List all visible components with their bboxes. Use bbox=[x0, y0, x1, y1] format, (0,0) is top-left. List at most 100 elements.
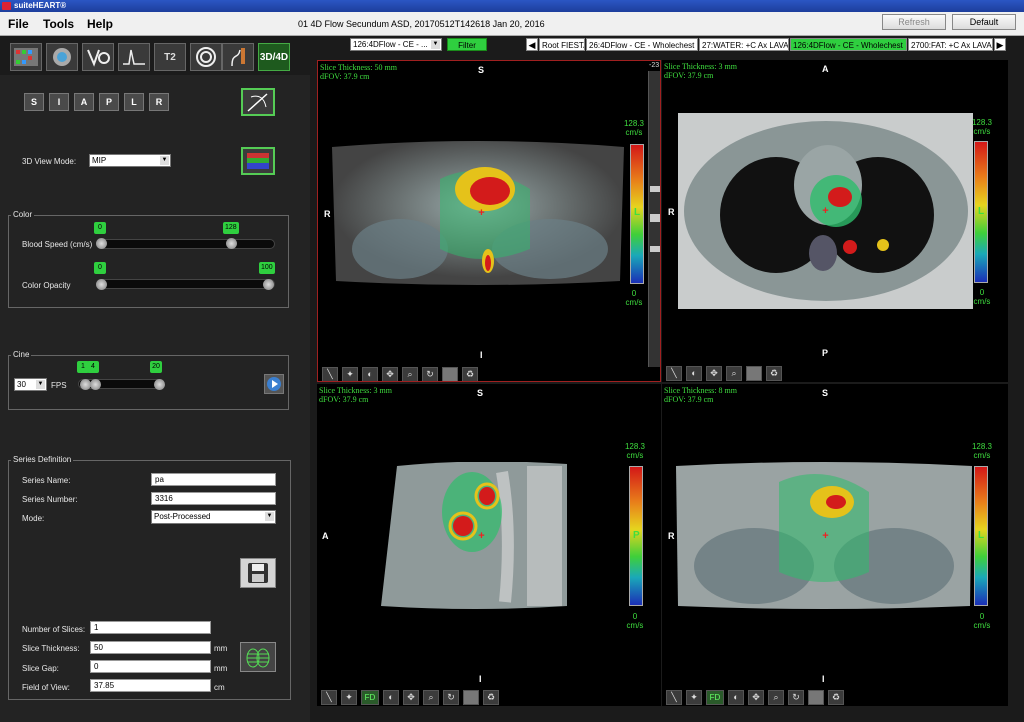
disabled-tool-icon[interactable] bbox=[463, 690, 479, 705]
series-tab-1[interactable]: 26:4DFlow - CE - Wholechest bbox=[586, 38, 698, 51]
series-name-input[interactable]: pa bbox=[151, 473, 276, 486]
rotate-icon[interactable]: ↻ bbox=[788, 690, 804, 705]
contrast-icon[interactable]: ◐ bbox=[383, 690, 399, 705]
disabled-tool-icon[interactable] bbox=[808, 690, 824, 705]
menu-file[interactable]: File bbox=[8, 17, 29, 31]
slice-thickness-text: Slice Thickness: 50 mm bbox=[320, 63, 397, 72]
pan-icon[interactable]: ✥ bbox=[706, 366, 722, 381]
series-select[interactable]: 126:4DFlow - CE - ... ▼ bbox=[350, 38, 442, 51]
disabled-tool-icon[interactable] bbox=[442, 367, 458, 381]
series-tab-4[interactable]: 2700:FAT: +C Ax LAVA bbox=[908, 38, 993, 51]
series-tab-2[interactable]: 27:WATER: +C Ax LAVA bbox=[699, 38, 789, 51]
fd-button[interactable]: FD bbox=[361, 690, 379, 705]
line-tool-icon[interactable]: ╲ bbox=[321, 690, 337, 705]
cine-end-knob[interactable] bbox=[154, 379, 165, 390]
slice-thickness-input[interactable]: 50 bbox=[90, 641, 211, 654]
blood-speed-slider[interactable] bbox=[96, 239, 275, 249]
reset-icon[interactable]: ♻ bbox=[483, 690, 499, 705]
viewport-axial[interactable]: Slice Thickness: 3 mm dFOV: 37.9 cm A P R… bbox=[662, 60, 1008, 382]
pan-icon[interactable]: ✥ bbox=[403, 690, 419, 705]
rotate-icon[interactable]: ↻ bbox=[422, 367, 438, 381]
scroll-thumb-bottom[interactable] bbox=[650, 246, 660, 252]
pressure-icon[interactable] bbox=[222, 43, 254, 71]
viewport-coronal[interactable]: Slice Thickness: 50 mm dFOV: 37.9 cm S I … bbox=[317, 60, 661, 382]
pan-icon[interactable]: ✥ bbox=[748, 690, 764, 705]
save-button[interactable] bbox=[240, 558, 276, 588]
t2-icon[interactable]: T2 bbox=[154, 43, 186, 71]
mode-select[interactable]: Post-Processed ▼ bbox=[151, 510, 276, 524]
orient-s-button[interactable]: S bbox=[24, 93, 44, 111]
line-tool-icon[interactable]: ╲ bbox=[666, 690, 682, 705]
roi-tool-icon[interactable]: ✦ bbox=[686, 690, 702, 705]
orient-p-button[interactable]: P bbox=[99, 93, 119, 111]
contrast-icon[interactable]: ◐ bbox=[362, 367, 378, 381]
opacity-min-knob[interactable] bbox=[96, 279, 107, 290]
filter-button[interactable]: Filter bbox=[447, 38, 487, 51]
color-map-button[interactable] bbox=[241, 147, 275, 175]
series-tab-0[interactable]: Root FIESTA bbox=[539, 38, 585, 51]
default-button[interactable]: Default bbox=[952, 14, 1016, 30]
orient-r-button[interactable]: R bbox=[149, 93, 169, 111]
slice-scrollbar[interactable]: -23 bbox=[648, 62, 660, 367]
slice-graphic-button[interactable] bbox=[240, 642, 276, 672]
roi-tool-icon[interactable]: ✦ bbox=[342, 367, 358, 381]
cine-group-title: Cine bbox=[11, 350, 32, 359]
ring-analysis-icon[interactable] bbox=[190, 43, 222, 71]
opacity-max-knob[interactable] bbox=[263, 279, 274, 290]
orient-left: A bbox=[322, 531, 329, 541]
fd-button[interactable]: FD bbox=[706, 690, 724, 705]
opacity-slider[interactable] bbox=[96, 279, 275, 289]
scale-direction-text: L bbox=[978, 530, 985, 541]
roi-tool-icon[interactable]: ✦ bbox=[341, 690, 357, 705]
orient-bottom: I bbox=[822, 674, 825, 684]
play-button[interactable] bbox=[264, 374, 284, 394]
viewport-toolbar: ╲ ✦ FD ◐ ✥ ⌕ ↻ ♻ bbox=[666, 690, 844, 706]
orient-i-button[interactable]: I bbox=[49, 93, 69, 111]
zoom-icon[interactable]: ⌕ bbox=[726, 366, 742, 381]
refresh-button[interactable]: Refresh bbox=[882, 14, 946, 30]
reformat-line-button[interactable] bbox=[241, 88, 275, 116]
scroll-thumb-top[interactable] bbox=[650, 186, 660, 192]
viewport-sagittal[interactable]: Slice Thickness: 3 mm dFOV: 37.9 cm S I A… bbox=[317, 384, 661, 706]
contrast-icon[interactable]: ◐ bbox=[728, 690, 744, 705]
series-tab-3[interactable]: 126:4DFlow - CE - Wholechest bbox=[790, 38, 907, 51]
pan-icon[interactable]: ✥ bbox=[382, 367, 398, 381]
line-tool-icon[interactable]: ╲ bbox=[666, 366, 682, 381]
menu-tools[interactable]: Tools bbox=[43, 17, 74, 31]
blood-speed-min-knob[interactable] bbox=[96, 238, 107, 249]
fps-select[interactable]: 30 ▼ bbox=[14, 378, 47, 391]
disabled-tool-icon[interactable] bbox=[746, 366, 762, 381]
series-next-arrow-icon[interactable]: ▶ bbox=[994, 38, 1006, 51]
reset-icon[interactable]: ♻ bbox=[766, 366, 782, 381]
contrast-icon[interactable]: ◐ bbox=[686, 366, 702, 381]
velocity-icon[interactable] bbox=[82, 43, 114, 71]
view-3d4d-button[interactable]: 3D/4D bbox=[258, 43, 290, 71]
study-title: 01 4D Flow Secundum ASD, 20170512T142618… bbox=[298, 19, 545, 29]
series-prev-arrow-icon[interactable]: ◀ bbox=[526, 38, 538, 51]
line-tool-icon[interactable]: ╲ bbox=[322, 367, 338, 381]
zoom-icon[interactable]: ⌕ bbox=[423, 690, 439, 705]
blood-speed-max-knob[interactable] bbox=[226, 238, 237, 249]
function-grid-icon[interactable] bbox=[10, 43, 42, 71]
series-number-input[interactable]: 3316 bbox=[151, 492, 276, 505]
opacity-max-flag: 100 bbox=[259, 262, 275, 274]
scroll-thumb[interactable] bbox=[650, 214, 660, 222]
flow-vessel-icon[interactable] bbox=[46, 43, 78, 71]
viewport-coronal-2[interactable]: Slice Thickness: 8 mm dFOV: 37.9 cm S I R… bbox=[662, 384, 1008, 706]
reset-icon[interactable]: ♻ bbox=[462, 367, 478, 381]
dfov-text: dFOV: 37.9 cm bbox=[664, 71, 714, 80]
chevron-down-icon: ▼ bbox=[431, 40, 440, 49]
orient-l-button[interactable]: L bbox=[124, 93, 144, 111]
rotate-icon[interactable]: ↻ bbox=[443, 690, 459, 705]
zoom-icon[interactable]: ⌕ bbox=[402, 367, 418, 381]
zoom-icon[interactable]: ⌕ bbox=[768, 690, 784, 705]
cine-current-knob[interactable] bbox=[90, 379, 101, 390]
waveform-icon[interactable] bbox=[118, 43, 150, 71]
view-mode-select[interactable]: MIP ▼ bbox=[89, 154, 171, 167]
num-slices-input[interactable]: 1 bbox=[90, 621, 211, 634]
orient-a-button[interactable]: A bbox=[74, 93, 94, 111]
slice-gap-input[interactable]: 0 bbox=[90, 660, 211, 673]
reset-icon[interactable]: ♻ bbox=[828, 690, 844, 705]
menu-help[interactable]: Help bbox=[87, 17, 113, 31]
fov-input[interactable]: 37.85 bbox=[90, 679, 211, 692]
